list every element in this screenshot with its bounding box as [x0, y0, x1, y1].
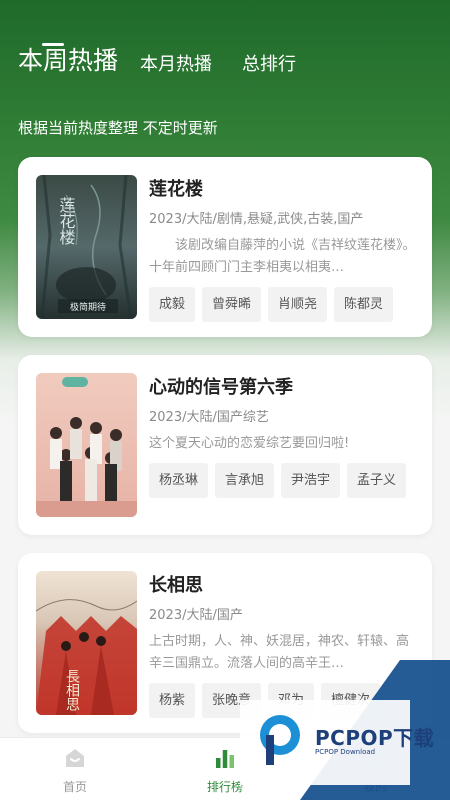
drama-title[interactable]: 莲花楼 [149, 175, 418, 205]
drama-meta: 2023/大陆/剧情,悬疑,武侠,古装,国产 [149, 212, 364, 227]
period-tabs: 本周热播 本月热播 总排行 [18, 44, 326, 78]
drama-card[interactable]: 長相思 长相思 2023/大陆/国产 上古时期，人、神、妖混居，神农、轩辕、高辛… [18, 553, 432, 733]
tab-monthly[interactable]: 本月热播 [140, 52, 212, 78]
active-tab-indicator [42, 43, 64, 46]
bottom-navigation: 首页 排行榜 我的 [0, 737, 450, 800]
nav-label: 我的 [362, 780, 387, 794]
cast-chip[interactable]: 张晚意 [202, 683, 262, 718]
user-icon [366, 749, 384, 768]
cast-chip[interactable]: 肖顺尧 [268, 287, 328, 322]
drama-title[interactable]: 心动的信号第六季 [149, 373, 418, 403]
cast-chip[interactable]: 孟子义 [347, 463, 407, 498]
svg-text:長相思: 長相思 [64, 669, 80, 711]
drama-description: 该剧改编自藤萍的小说《吉祥纹莲花楼》。十年前四顾门门主李相夷以相夷… [149, 238, 416, 275]
cast-chip[interactable]: 尹浩宇 [281, 463, 341, 498]
drama-card[interactable]: 心动的信号第六季 2023/大陆/国产综艺 这个夏天心动的恋爱综艺要回归啦! 杨… [18, 355, 432, 535]
drama-description: 这个夏天心动的恋爱综艺要回归啦! [149, 436, 350, 451]
home-icon [66, 749, 84, 767]
cast-list: 成毅 曾舜晞 肖顺尧 陈都灵 [149, 287, 418, 322]
svg-text:莲花楼: 莲花楼 [57, 197, 76, 245]
bar-chart-icon [216, 750, 234, 768]
drama-meta: 2023/大陆/国产 [149, 608, 243, 623]
cast-list: 杨紫 张晚意 邓为 檀健次 [149, 683, 418, 718]
drama-description: 上古时期，人、神、妖混居，神农、轩辕、高辛三国鼎立。流落人间的高辛王… [149, 634, 410, 671]
cast-chip[interactable]: 曾舜晞 [202, 287, 262, 322]
poster-image[interactable] [36, 373, 137, 517]
cast-chip[interactable]: 杨紫 [149, 683, 196, 718]
tab-weekly[interactable]: 本周热播 [18, 44, 118, 78]
cast-chip[interactable]: 檀健次 [321, 683, 381, 718]
ranking-subtitle: 根据当前热度整理 不定时更新 [18, 119, 218, 137]
drama-meta: 2023/大陆/国产综艺 [149, 410, 269, 425]
cast-chip[interactable]: 成毅 [149, 287, 196, 322]
cast-chip[interactable]: 陈都灵 [334, 287, 394, 322]
cast-chip[interactable]: 杨丞琳 [149, 463, 209, 498]
drama-card[interactable]: 莲花楼 极简期待 莲花楼 2023/大陆/剧情,悬疑,武侠,古装,国产 该剧改编… [18, 157, 432, 337]
nav-ranking[interactable]: 排行榜 [185, 746, 265, 795]
nav-label: 排行榜 [206, 780, 243, 794]
nav-home[interactable]: 首页 [35, 746, 115, 795]
poster-image[interactable]: 長相思 [36, 571, 137, 715]
svg-text:极简期待: 极简期待 [70, 301, 106, 313]
nav-label: 首页 [62, 780, 87, 794]
cast-chip[interactable]: 言承旭 [215, 463, 275, 498]
poster-image[interactable]: 莲花楼 极简期待 [36, 175, 137, 319]
cast-chip[interactable]: 邓为 [268, 683, 315, 718]
tab-overall[interactable]: 总排行 [242, 52, 296, 78]
nav-profile[interactable]: 我的 [335, 746, 415, 795]
drama-title[interactable]: 长相思 [149, 571, 418, 601]
cast-list: 杨丞琳 言承旭 尹浩宇 孟子义 [149, 463, 418, 498]
